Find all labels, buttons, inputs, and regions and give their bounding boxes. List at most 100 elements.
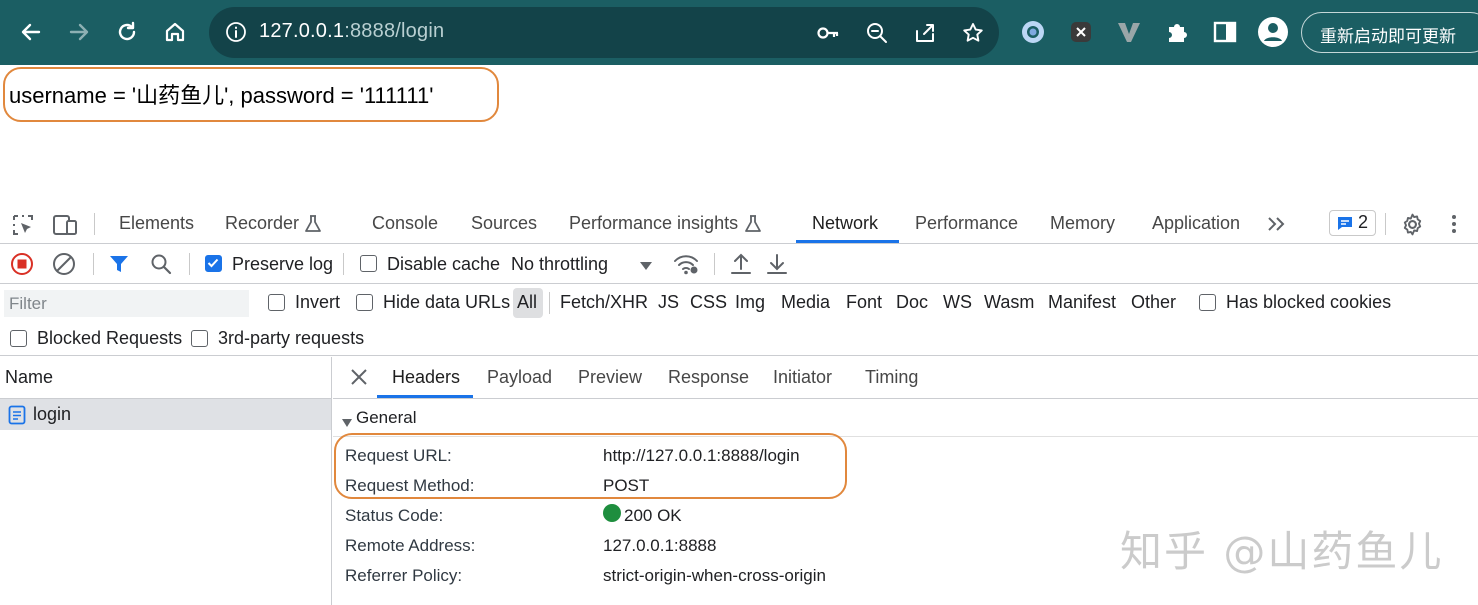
reload-icon [118,21,136,41]
arrow-right-icon [69,23,89,41]
record-stop-icon[interactable] [10,252,34,280]
tab-initiator[interactable]: Initiator [773,367,832,388]
column-name[interactable]: Name [5,367,53,388]
type-filter-ws[interactable]: WS [943,292,972,313]
general-section-header[interactable]: General [333,399,1478,437]
url-host: 127.0.0.1 [259,20,345,42]
share-icon[interactable] [911,19,939,47]
header-key: Status Code: [345,506,444,525]
back-button[interactable] [13,14,49,50]
bookmark-star-icon[interactable] [959,19,987,47]
tab-headers[interactable]: Headers [392,367,460,388]
url-text: 127.0.0.1:8888/login [259,20,444,43]
tab-network[interactable]: Network [812,213,878,234]
type-filter-img[interactable]: Img [735,292,765,313]
search-icon[interactable] [150,253,172,279]
divider [343,253,344,275]
address-bar[interactable]: 127.0.0.1:8888/login [209,7,999,58]
tab-elements[interactable]: Elements [119,213,194,234]
extension-x-icon[interactable] [1064,15,1098,49]
tab-preview[interactable]: Preview [578,367,642,388]
extension-circle-icon[interactable] [1016,15,1050,49]
request-row[interactable]: login [0,399,331,430]
divider [549,292,550,314]
request-list-header: Name [0,357,332,399]
forward-button[interactable] [61,14,97,50]
more-tabs-chevron-icon[interactable] [1265,213,1287,239]
settings-gear-icon[interactable] [1400,212,1425,241]
inspect-element-icon[interactable] [11,213,35,241]
type-filter-font[interactable]: Font [846,292,882,313]
preserve-log-checkbox[interactable] [205,255,222,272]
flask-icon [304,214,322,238]
type-filter-js[interactable]: JS [658,292,679,313]
tab-performance[interactable]: Performance [915,213,1018,234]
filter-funnel-icon[interactable] [108,253,130,279]
key-icon[interactable] [814,19,842,47]
issues-badge[interactable]: 2 [1329,210,1376,236]
tab-sources[interactable]: Sources [471,213,537,234]
type-filter-wasm[interactable]: Wasm [984,292,1034,313]
has-blocked-cookies-checkbox[interactable] [1199,294,1216,311]
type-filter-fetch-xhr[interactable]: Fetch/XHR [560,292,648,313]
section-title: General [356,408,417,427]
hide-data-urls-label[interactable]: Hide data URLs [383,292,510,313]
tab-timing[interactable]: Timing [865,367,918,388]
active-detail-tab-indicator [377,395,473,398]
side-panel-icon[interactable] [1208,15,1242,49]
import-har-upload-icon[interactable] [729,251,753,281]
tab-application[interactable]: Application [1152,213,1240,234]
type-filter-css[interactable]: CSS [690,292,727,313]
preserve-log-label[interactable]: Preserve log [232,254,333,275]
tab-performance-insights[interactable]: Performance insights [569,213,738,234]
url-path: :8888/login [344,20,445,42]
flask-icon [744,214,762,238]
tab-console[interactable]: Console [372,213,438,234]
type-filter-manifest[interactable]: Manifest [1048,292,1116,313]
tab-recorder[interactable]: Recorder [225,213,299,234]
network-conditions-wifi-icon[interactable] [672,251,700,281]
reload-button[interactable] [109,14,145,50]
tab-memory[interactable]: Memory [1050,213,1115,234]
disable-cache-checkbox[interactable] [360,255,377,272]
hide-data-urls-checkbox[interactable] [356,294,373,311]
disable-cache-label[interactable]: Disable cache [387,254,500,275]
export-har-download-icon[interactable] [765,251,789,281]
zoom-icon[interactable] [863,19,891,47]
throttling-select[interactable]: No throttling [511,254,608,275]
more-options-icon[interactable] [1448,212,1460,240]
type-filter-all[interactable]: All [517,292,537,313]
active-tab-indicator [796,240,899,243]
request-detail-tabbar: Headers Payload Preview Response Initiat… [333,357,1478,399]
update-button[interactable]: 重新启动即可更新 [1301,12,1478,53]
browser-toolbar: 127.0.0.1:8888/login 重新启动即可更新 [0,0,1478,65]
invert-checkbox[interactable] [268,294,285,311]
clear-icon[interactable] [52,252,76,280]
blocked-requests-label[interactable]: Blocked Requests [37,328,182,349]
tab-response[interactable]: Response [668,367,749,388]
filter-input[interactable]: Filter [4,290,249,317]
extensions-puzzle-icon[interactable] [1160,15,1194,49]
third-party-label[interactable]: 3rd-party requests [218,328,364,349]
third-party-checkbox[interactable] [191,330,208,347]
request-name: login [33,404,72,424]
header-key: Referrer Policy: [345,566,463,585]
has-blocked-cookies-label[interactable]: Has blocked cookies [1226,292,1391,313]
tab-payload[interactable]: Payload [487,367,552,388]
site-info-icon[interactable] [225,21,247,47]
type-filter-other[interactable]: Other [1131,292,1176,313]
type-filter-doc[interactable]: Doc [896,292,928,313]
type-filter-media[interactable]: Media [781,292,830,313]
dropdown-triangle-icon[interactable] [639,257,653,276]
profile-avatar-icon[interactable] [1256,15,1290,49]
divider [94,213,95,235]
header-value: 127.0.0.1:8888 [603,536,717,555]
checkmark-icon [207,258,219,268]
extension-v-icon[interactable] [1112,15,1146,49]
header-key: Remote Address: [345,536,476,555]
device-toolbar-icon[interactable] [52,213,78,241]
close-icon[interactable] [349,367,369,391]
home-button[interactable] [157,14,193,50]
invert-label[interactable]: Invert [295,292,340,313]
blocked-requests-checkbox[interactable] [10,330,27,347]
